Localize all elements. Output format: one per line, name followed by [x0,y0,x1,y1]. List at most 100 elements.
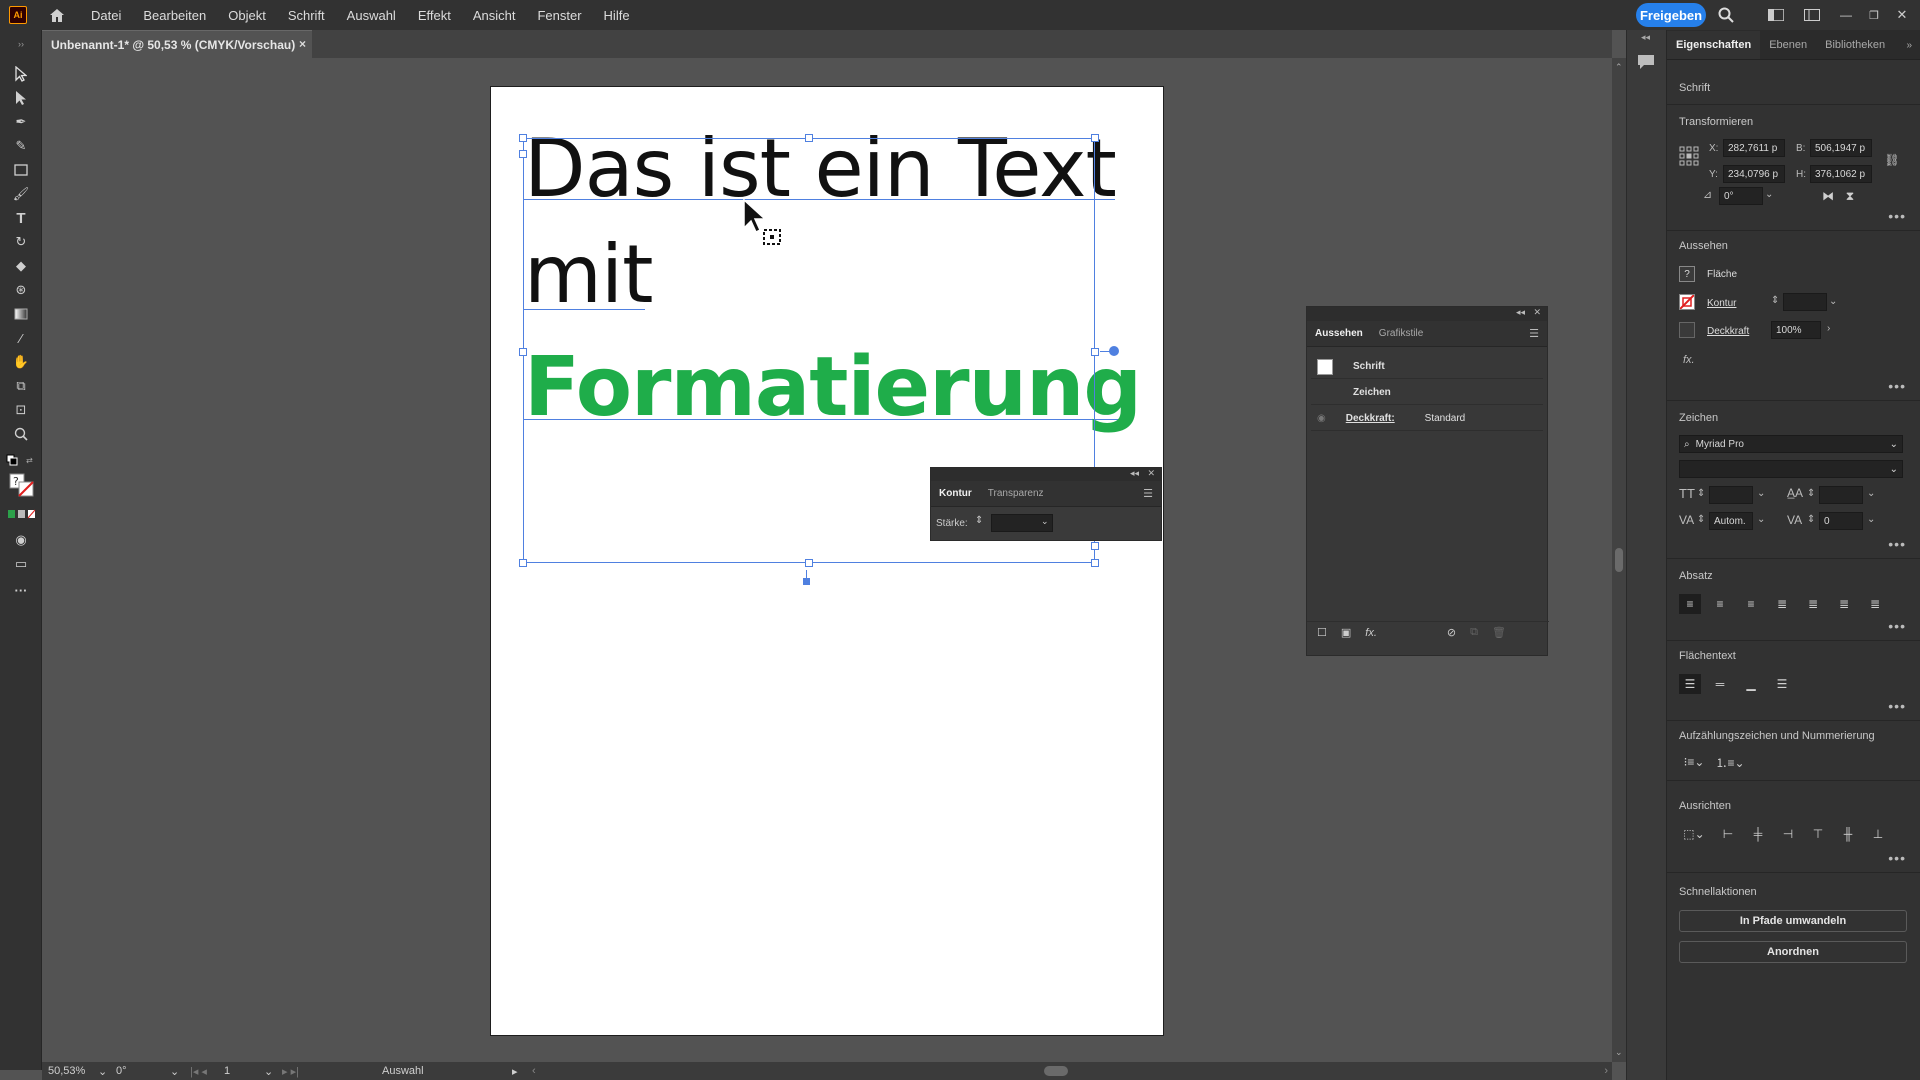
tab-kontur[interactable]: Kontur [931,488,980,499]
text-in-port-icon[interactable] [519,150,527,158]
menu-effekt[interactable]: Effekt [414,6,455,25]
stroke-weight-stepper-icon[interactable]: ⇕ [975,515,983,526]
artboard-tool-icon[interactable]: ⊡ [10,400,32,420]
selection-tool-icon[interactable] [10,64,32,84]
chevron-down-icon[interactable]: ⌄ [1867,514,1875,525]
resize-handle[interactable] [519,559,527,567]
resize-handle[interactable] [805,559,813,567]
more-options-icon[interactable]: ••• [1888,698,1906,714]
menu-bearbeiten[interactable]: Bearbeiten [139,6,210,25]
pen-tool-icon[interactable]: ✒ [10,112,32,132]
leading-stepper-icon[interactable]: ⇕ [1807,488,1815,499]
rotation-input[interactable]: 0° [1719,187,1763,205]
chevron-down-icon[interactable]: ⌄ [1890,464,1898,475]
zoom-tool-icon[interactable] [10,424,32,444]
tab-bibliotheken[interactable]: Bibliotheken [1816,39,1894,59]
default-colors-icon[interactable]: ⇄ [4,450,38,470]
add-fill-icon[interactable]: ▣ [1341,626,1351,639]
artboard-number[interactable]: 1 [224,1065,264,1077]
stroke-panel-titlebar[interactable]: ◂◂ ✕ [931,468,1161,481]
opacity-input[interactable]: 100% [1771,321,1821,339]
tab-aussehen[interactable]: Aussehen [1307,328,1371,339]
vertical-align-bottom-icon[interactable]: ▁ [1740,674,1762,694]
arrange-button[interactable]: Anordnen [1679,941,1907,963]
eraser-tool-icon[interactable]: ◆ [10,256,32,276]
stroke-label[interactable]: Kontur [1707,298,1736,309]
vertical-align-center-icon[interactable]: ═ [1709,674,1731,694]
expand-panels-icon[interactable]: ◂◂ [1641,32,1650,43]
stroke-weight-input[interactable] [1783,293,1827,311]
chevron-down-icon[interactable]: ⌄ [1765,189,1773,200]
horizontal-scroll-thumb[interactable] [1043,1066,1068,1076]
menu-auswahl[interactable]: Auswahl [343,6,400,25]
close-icon[interactable]: ✕ [1892,5,1912,25]
align-vertical-centers-icon[interactable]: ╫ [1837,824,1859,844]
chevron-down-icon[interactable]: ⌄ [264,1065,282,1078]
add-stroke-icon[interactable]: ☐ [1317,626,1327,639]
direct-selection-tool-icon[interactable] [10,88,32,108]
horizontal-scrollbar[interactable] [544,1066,1597,1076]
chevron-down-icon[interactable]: ⌄ [1829,296,1837,307]
vertical-scroll-thumb[interactable] [1615,548,1623,572]
tab-ebenen[interactable]: Ebenen [1760,39,1816,59]
scroll-down-icon[interactable]: ⌄ [1615,1047,1623,1058]
x-input[interactable]: 282,7611 p [1723,139,1785,157]
fill-swatch-icon[interactable]: ? [1679,266,1695,282]
numbered-list-icon[interactable]: ⒈≡⌄ [1715,752,1745,772]
chevron-down-icon[interactable]: ⌄ [1867,488,1875,499]
gradient-tool-icon[interactable] [10,304,32,324]
tracking-stepper-icon[interactable]: ⇕ [1807,514,1815,525]
rotate-tool-icon[interactable]: ↻ [10,232,32,252]
close-panel-icon[interactable]: ✕ [1533,307,1541,318]
tab-transparenz[interactable]: Transparenz [980,488,1052,499]
search-icon[interactable] [1716,5,1736,25]
tracking-input[interactable]: 0 [1819,512,1863,530]
fill-stroke-swatches-icon[interactable]: ? [4,472,38,500]
height-input[interactable]: 376,1062 p [1810,165,1872,183]
chevron-down-icon[interactable]: ⌄ [1890,439,1898,450]
align-bottom-edges-icon[interactable]: ⊥ [1867,824,1889,844]
text-anchor-handle[interactable] [803,578,810,585]
vertical-scrollbar[interactable]: ⌃ ⌄ [1612,58,1626,1062]
workspace-icon[interactable] [1766,5,1786,25]
chevron-down-icon[interactable]: ⌄ [170,1065,190,1078]
stroke-stepper-icon[interactable]: ⇕ [1771,295,1779,306]
resize-handle[interactable] [519,134,527,142]
minimize-icon[interactable]: — [1836,5,1856,25]
panel-menu-icon[interactable]: ☰ [1143,487,1153,500]
tab-eigenschaften[interactable]: Eigenschaften [1667,31,1761,59]
chevron-right-icon[interactable]: › [1827,323,1830,334]
edit-toolbar-icon[interactable]: ··· [10,580,32,600]
share-button[interactable]: Freigeben [1636,3,1706,27]
restore-icon[interactable]: ❐ [1864,5,1884,25]
leading-input[interactable] [1819,486,1863,504]
vertical-justify-icon[interactable]: ☰ [1771,674,1793,694]
kerning-input[interactable]: Autom. [1709,512,1753,530]
tab-grafikstile[interactable]: Grafikstile [1371,328,1431,339]
vertical-align-top-icon[interactable]: ☰ [1679,674,1701,694]
screen-mode-icon[interactable]: ▭ [10,554,32,574]
align-horizontal-centers-icon[interactable]: ╪ [1747,824,1769,844]
hscroll-right-icon[interactable]: › [1604,1065,1608,1077]
justify-right-icon[interactable]: ≣ [1833,594,1855,614]
artboard-nav-first-icon[interactable]: |◂ ◂ [190,1065,224,1078]
align-left-edges-icon[interactable]: ⊢ [1717,824,1739,844]
rectangle-tool-icon[interactable] [10,160,32,180]
curvature-tool-icon[interactable]: ✎ [10,136,32,156]
align-center-icon[interactable]: ≡ [1709,594,1731,614]
status-menu-icon[interactable]: ▸ [512,1065,532,1078]
chevron-down-icon[interactable]: ⌄ [98,1065,116,1078]
clear-appearance-icon[interactable]: ⊘ [1447,626,1456,639]
more-options-icon[interactable]: ••• [1888,850,1906,866]
color-mode-icons[interactable] [4,504,38,524]
justify-all-icon[interactable]: ≣ [1864,594,1886,614]
expand-panel-icon[interactable]: » [1906,40,1912,59]
collapse-panel-icon[interactable]: ◂◂ [1516,307,1525,318]
artboard-nav-last-icon[interactable]: ▸ ▸| [282,1065,382,1078]
close-tab-icon[interactable]: × [299,37,306,51]
flip-horizontal-icon[interactable]: ⧓ [1817,186,1839,206]
kerning-stepper-icon[interactable]: ⇕ [1697,514,1705,525]
text-widget-handle[interactable] [1109,346,1119,356]
flip-vertical-icon[interactable]: ⧗ [1839,186,1861,206]
chevron-down-icon[interactable]: ⌄ [1041,516,1049,527]
